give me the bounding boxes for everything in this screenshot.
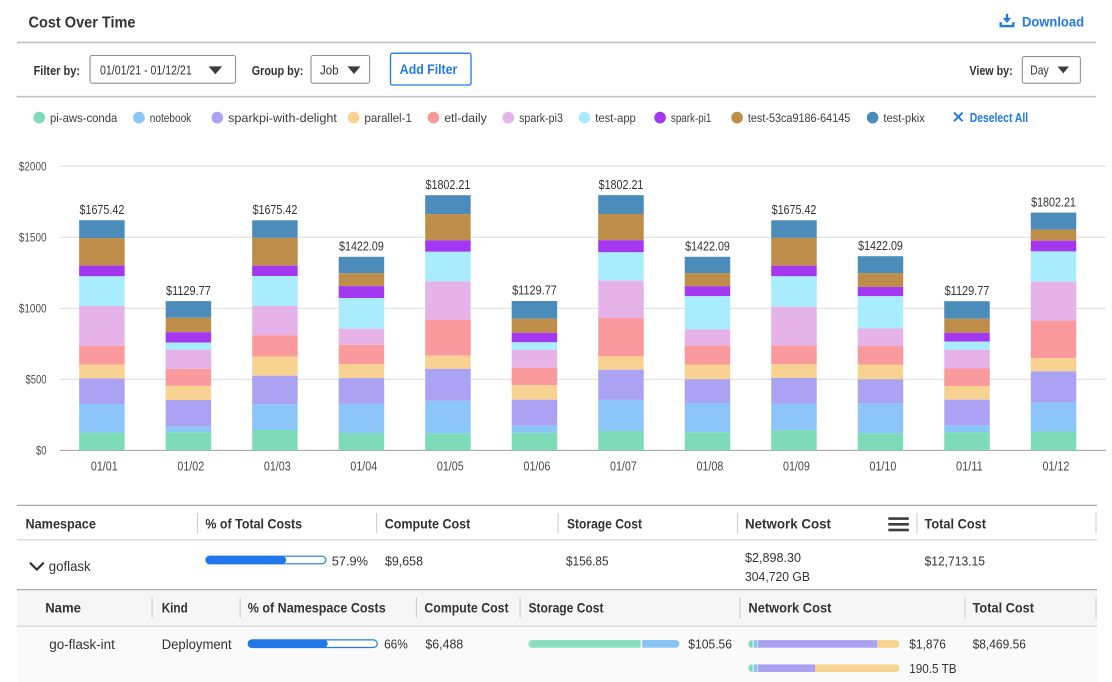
svg-text:Compute Cost: Compute Cost xyxy=(385,516,471,531)
svg-text:01/12: 01/12 xyxy=(1043,459,1070,473)
svg-text:$1802.21: $1802.21 xyxy=(426,178,471,192)
svg-text:sparkpi-with-delight: sparkpi-with-delight xyxy=(228,111,337,125)
svg-text:$1675.42: $1675.42 xyxy=(253,203,298,217)
svg-text:% of Total Costs: % of Total Costs xyxy=(205,516,302,531)
svg-text:Kind: Kind xyxy=(162,601,188,616)
svg-text:Storage Cost: Storage Cost xyxy=(567,516,642,531)
svg-text:57.9%: 57.9% xyxy=(332,553,368,568)
svg-text:spark-pi1: spark-pi1 xyxy=(671,111,712,125)
svg-text:$1422.09: $1422.09 xyxy=(685,240,730,254)
svg-text:Network Cost: Network Cost xyxy=(745,516,831,531)
svg-text:Total Cost: Total Cost xyxy=(925,516,987,531)
svg-text:Cost Over Time: Cost Over Time xyxy=(29,15,136,32)
svg-text:$1422.09: $1422.09 xyxy=(339,240,384,254)
svg-text:$1500: $1500 xyxy=(19,230,47,244)
svg-text:parallel-1: parallel-1 xyxy=(364,111,412,125)
svg-text:$1802.21: $1802.21 xyxy=(599,178,644,192)
svg-text:pi-aws-conda: pi-aws-conda xyxy=(50,111,117,125)
svg-text:test-app: test-app xyxy=(595,111,636,125)
svg-text:$105.56: $105.56 xyxy=(688,637,732,652)
svg-text:01/01: 01/01 xyxy=(91,459,118,473)
svg-text:304,720 GB: 304,720 GB xyxy=(745,569,810,584)
svg-text:01/11: 01/11 xyxy=(956,459,983,473)
svg-text:goflask: goflask xyxy=(49,558,92,574)
svg-text:test-pkix: test-pkix xyxy=(883,111,925,125)
svg-text:Network Cost: Network Cost xyxy=(748,601,831,616)
svg-text:$0: $0 xyxy=(36,444,47,458)
svg-text:66%: 66% xyxy=(384,637,408,652)
svg-text:Add Filter: Add Filter xyxy=(400,61,458,77)
svg-text:01/08: 01/08 xyxy=(697,459,724,473)
svg-text:Deselect All: Deselect All xyxy=(970,110,1028,125)
svg-text:01/09: 01/09 xyxy=(783,459,810,473)
svg-text:spark-pi3: spark-pi3 xyxy=(519,111,563,125)
svg-text:Job: Job xyxy=(320,62,339,77)
svg-text:01/07: 01/07 xyxy=(610,459,637,473)
svg-text:Day: Day xyxy=(1030,62,1049,77)
svg-text:Download: Download xyxy=(1022,13,1084,29)
svg-text:01/02: 01/02 xyxy=(177,459,204,473)
svg-text:$8,469.56: $8,469.56 xyxy=(973,637,1026,652)
svg-text:$9,658: $9,658 xyxy=(385,553,423,568)
svg-text:$1000: $1000 xyxy=(19,302,47,316)
svg-text:test-53ca9186-64145: test-53ca9186-64145 xyxy=(748,111,850,125)
svg-text:notebook: notebook xyxy=(150,111,192,125)
svg-text:Filter by:: Filter by: xyxy=(34,63,80,78)
svg-text:01/06: 01/06 xyxy=(524,459,551,473)
svg-text:$1675.42: $1675.42 xyxy=(772,203,817,217)
svg-text:$1129.77: $1129.77 xyxy=(945,284,990,298)
svg-text:01/03: 01/03 xyxy=(264,459,291,473)
svg-text:01/10: 01/10 xyxy=(870,459,897,473)
svg-text:01/05: 01/05 xyxy=(437,459,464,473)
svg-text:etl-daily: etl-daily xyxy=(444,111,487,125)
svg-text:Total Cost: Total Cost xyxy=(973,601,1035,616)
svg-text:View by:: View by: xyxy=(969,63,1012,78)
svg-text:% of Namespace Costs: % of Namespace Costs xyxy=(248,601,386,616)
svg-text:$500: $500 xyxy=(26,373,47,387)
svg-text:$1422.09: $1422.09 xyxy=(858,239,903,253)
svg-text:Storage Cost: Storage Cost xyxy=(529,601,604,616)
svg-text:Name: Name xyxy=(45,601,81,616)
svg-text:Compute Cost: Compute Cost xyxy=(424,601,509,616)
svg-text:$1,876: $1,876 xyxy=(909,637,946,652)
svg-text:$1802.21: $1802.21 xyxy=(1031,195,1076,209)
svg-text:01/04: 01/04 xyxy=(350,459,377,473)
svg-text:01/01/21 - 01/12/21: 01/01/21 - 01/12/21 xyxy=(100,62,192,77)
svg-text:$2,898.30: $2,898.30 xyxy=(745,550,801,565)
svg-text:$12,713.15: $12,713.15 xyxy=(925,553,986,568)
svg-text:$1675.42: $1675.42 xyxy=(80,203,125,217)
svg-text:190.5 TB: 190.5 TB xyxy=(909,661,957,676)
svg-text:Group by:: Group by: xyxy=(252,63,304,78)
svg-text:$156.85: $156.85 xyxy=(566,553,609,568)
svg-text:$1129.77: $1129.77 xyxy=(166,284,211,298)
svg-text:$6,488: $6,488 xyxy=(425,637,463,652)
svg-text:Namespace: Namespace xyxy=(26,516,97,531)
svg-text:Deployment: Deployment xyxy=(162,637,232,652)
svg-text:$1129.77: $1129.77 xyxy=(512,284,557,298)
svg-text:go-flask-int: go-flask-int xyxy=(49,637,115,652)
svg-text:$2000: $2000 xyxy=(19,159,47,173)
